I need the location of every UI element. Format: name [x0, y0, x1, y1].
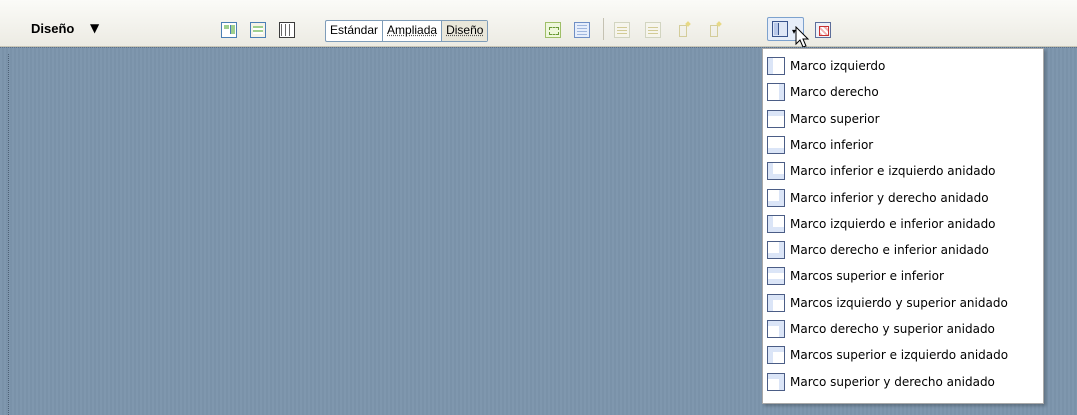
frame-bottom-right-nested-icon	[767, 188, 785, 207]
layout-cell-icon[interactable]	[574, 22, 590, 38]
panel-title[interactable]: Diseño	[31, 21, 74, 36]
frames-menu: Marco izquierdo Marco derecho Marco superi…	[762, 48, 1044, 404]
insert-column-left-icon	[676, 22, 692, 38]
insert-column-right-icon	[707, 22, 723, 38]
frame-bottom-icon	[767, 135, 785, 154]
frames-menu-item[interactable]: Marco derecho y superior anidado	[765, 316, 1041, 342]
frames-menu-item-label: Marco izquierdo	[790, 59, 886, 73]
frames-menu-item[interactable]: Marco izquierdo	[765, 53, 1041, 79]
frames-menu-item-label: Marco derecho	[790, 85, 879, 100]
frame-right-bottom-nested-icon	[767, 241, 785, 260]
frame-left-icon	[767, 57, 785, 75]
frame-top-right-nested-icon	[767, 372, 785, 391]
frames-menu-item-label: Marcos superior e izquierdo anidado	[790, 348, 1009, 363]
frames-menu-item-label: Marco superior y derecho anidado	[790, 374, 995, 389]
panel-menu-caret-icon[interactable]: ▼	[90, 21, 99, 35]
frames-menu-item[interactable]: Marco inferior e izquierdo anidado	[765, 158, 1041, 184]
frame-left-top-nested-icon	[767, 293, 785, 312]
insert-row-below-icon	[645, 22, 661, 38]
frames-menu-item-label: Marco inferior e izquierdo anidado	[790, 164, 996, 179]
frame-top-bottom-icon	[767, 267, 785, 286]
frames-menu-item-label: Marcos superior e inferior	[790, 269, 944, 284]
insert-row-above-icon	[614, 22, 630, 38]
frames-menu-item[interactable]: Marcos izquierdo y superior anidado	[765, 290, 1041, 316]
frames-menu-item[interactable]: Marco inferior y derecho anidado	[765, 185, 1041, 211]
frames-menu-item[interactable]: Marco derecho e inferior anidado	[765, 237, 1041, 263]
frames-menu-item[interactable]: Marco inferior	[765, 132, 1041, 158]
frame-left-icon	[772, 21, 788, 37]
draw-layout-table-icon[interactable]	[279, 22, 295, 38]
frame-right-top-nested-icon	[767, 320, 785, 338]
frames-menu-item[interactable]: Marco izquierdo e inferior anidado	[765, 211, 1041, 237]
frames-menu-item-label: Marco inferior	[790, 137, 874, 152]
frames-menu-item[interactable]: Marcos superior e izquierdo anidado	[765, 342, 1041, 368]
draw-layer-icon[interactable]	[221, 22, 237, 38]
frame-top-left-nested-icon	[767, 346, 785, 365]
frames-menu-item[interactable]: Marcos superior e inferior	[765, 263, 1041, 289]
frames-menu-item[interactable]: Marco derecho	[765, 79, 1041, 105]
frame-bottom-left-nested-icon	[767, 162, 785, 181]
frame-top-icon	[767, 109, 785, 128]
insert-toolbar: Diseño ▼ Estándar Ampliada Diseño ▾	[0, 0, 1077, 48]
frame-left-bottom-nested-icon	[767, 214, 785, 233]
frames-menu-item[interactable]: Marco superior	[765, 106, 1041, 132]
frames-menu-item-label: Marco inferior y derecho anidado	[790, 190, 989, 205]
frames-menu-item[interactable]: Marco superior y derecho anidado	[765, 369, 1041, 395]
insert-table-icon[interactable]	[250, 22, 266, 38]
frames-menu-item-label: Marco izquierdo e inferior anidado	[790, 216, 996, 231]
frames-menu-item-label: Marco derecho y superior anidado	[790, 322, 995, 336]
frames-menu-item-label: Marco derecho e inferior anidado	[790, 243, 989, 258]
toolbar-separator	[603, 18, 604, 40]
tabular-data-icon[interactable]	[815, 22, 831, 38]
frames-menu-item-label: Marcos izquierdo y superior anidado	[790, 295, 1008, 310]
view-expanded-button[interactable]: Ampliada	[383, 21, 443, 41]
view-standard-button[interactable]: Estándar	[326, 21, 384, 41]
frames-menu-item-label: Marco superior	[790, 111, 880, 126]
layout-table-icon[interactable]	[545, 22, 561, 38]
frame-right-icon	[767, 83, 785, 102]
view-mode-group: Estándar Ampliada Diseño	[325, 20, 489, 42]
view-layout-button[interactable]: Diseño	[442, 21, 488, 41]
